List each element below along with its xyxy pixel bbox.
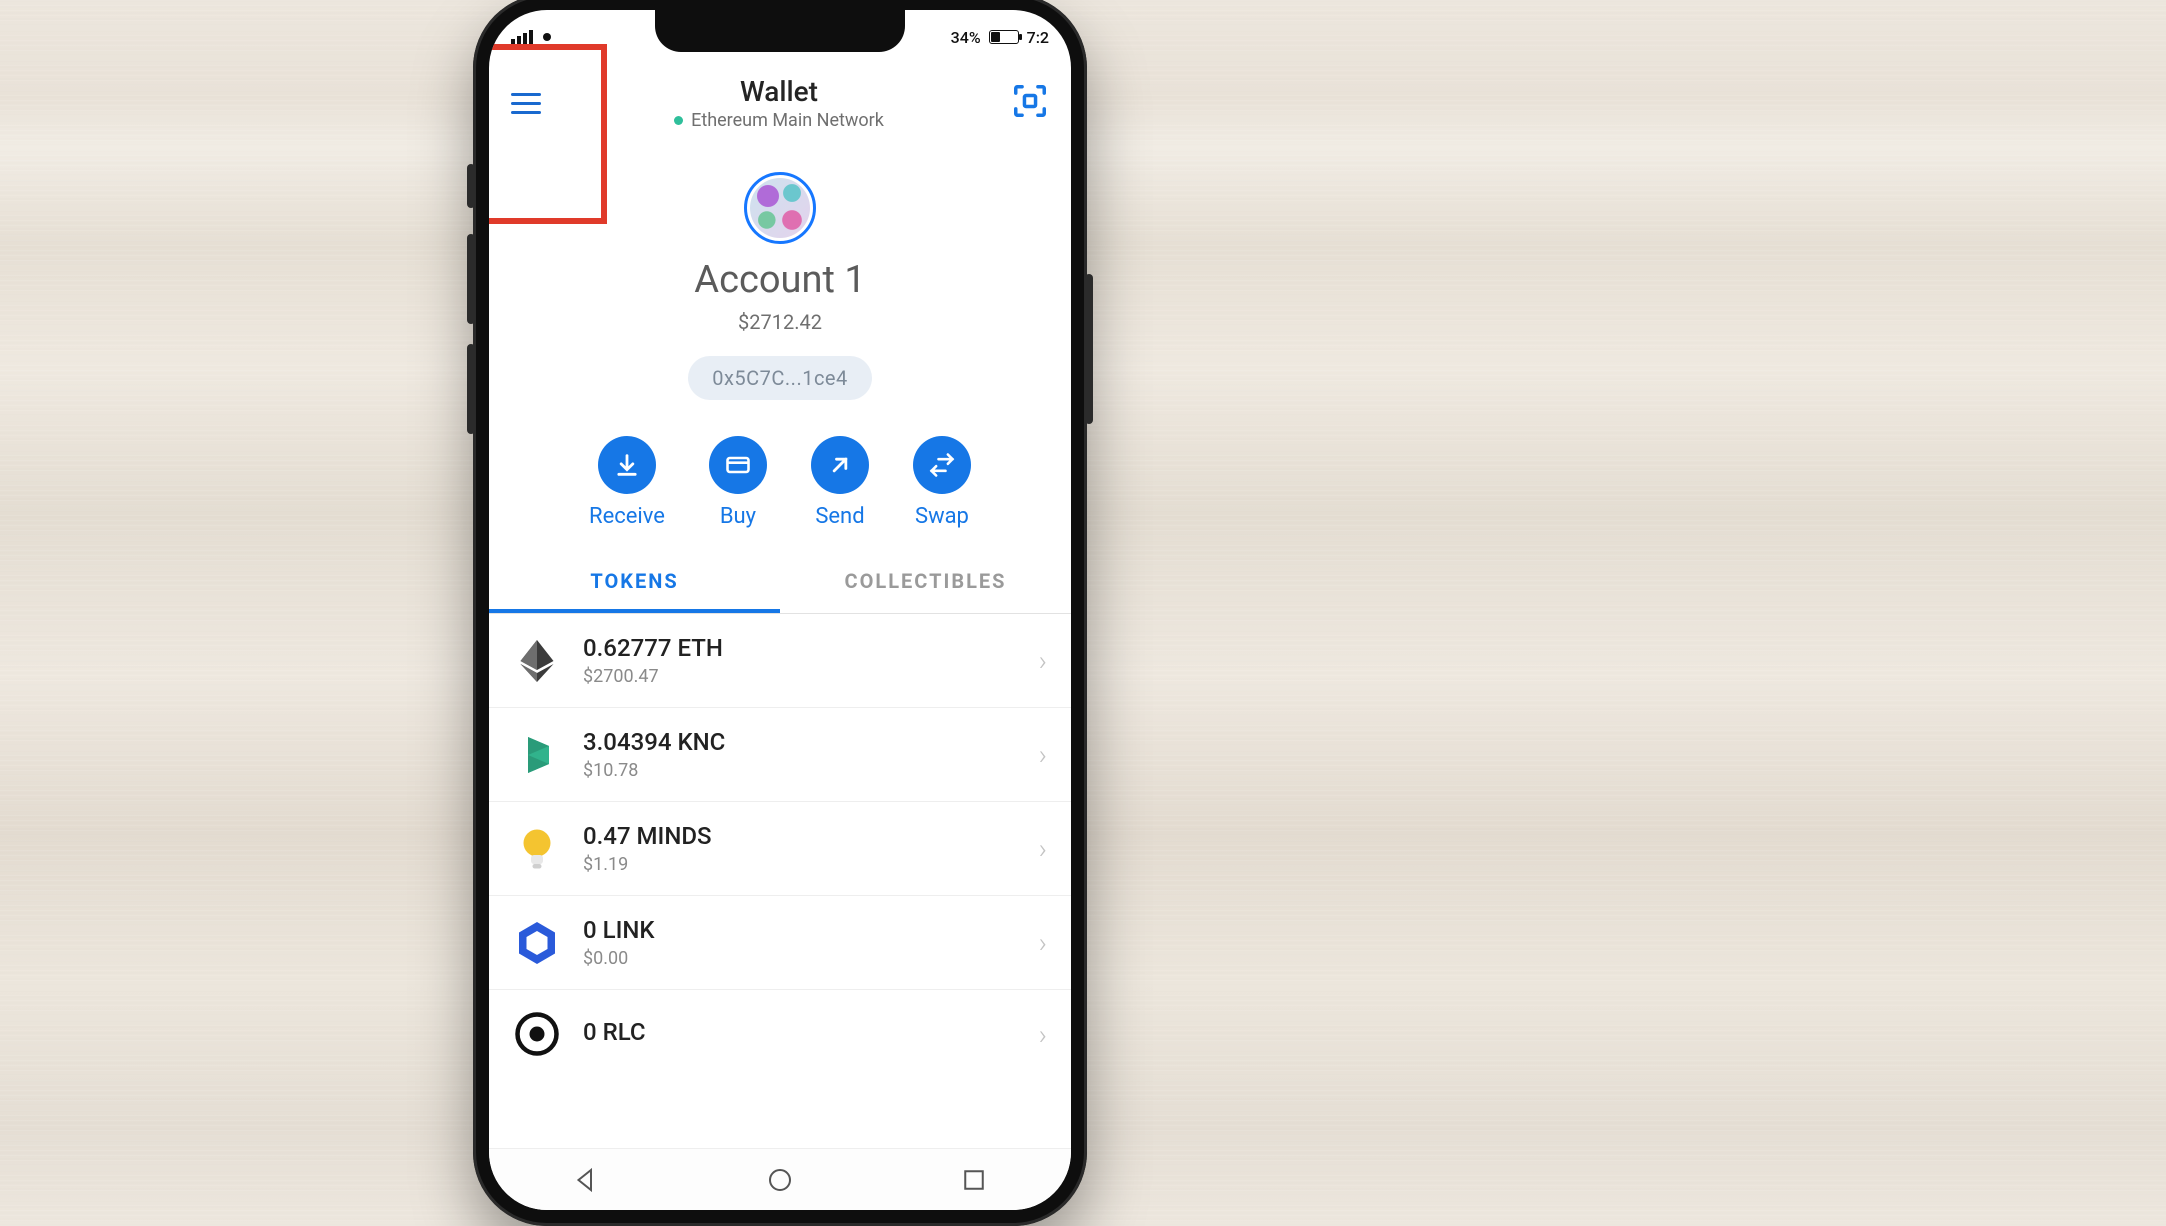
account-name: Account 1 [489, 258, 1071, 302]
token-fiat: $1.19 [583, 854, 1017, 875]
page-title: Wallet [674, 75, 884, 108]
header-title-group: Wallet Ethereum Main Network [674, 75, 884, 131]
tab-collectibles[interactable]: COLLECTIBLES [780, 553, 1071, 613]
network-status-dot-icon [674, 116, 683, 125]
swap-icon [928, 451, 956, 479]
volume-down-button [467, 344, 475, 434]
phone-screen: 34% 7:2 Wallet Ethereum Main Network [489, 10, 1071, 1210]
notch [655, 10, 905, 52]
token-list: 0.62777 ETH $2700.47 › 3.04394 KNC $10.7… [489, 614, 1071, 1078]
swap-button[interactable]: Swap [913, 436, 971, 529]
battery-percent: 34% [951, 28, 981, 47]
arrow-up-right-icon [826, 451, 854, 479]
chevron-right-icon: › [1039, 644, 1047, 677]
account-section: Account 1 $2712.42 0x5C7C...1ce4 [489, 150, 1071, 410]
chevron-right-icon: › [1039, 926, 1047, 959]
app-header: Wallet Ethereum Main Network [489, 56, 1071, 150]
chevron-right-icon: › [1039, 1018, 1047, 1051]
account-address-chip[interactable]: 0x5C7C...1ce4 [688, 356, 872, 400]
phone-frame: 34% 7:2 Wallet Ethereum Main Network [473, 0, 1087, 1226]
action-row: Receive Buy Send Swap [489, 410, 1071, 547]
download-icon [613, 451, 641, 479]
knc-icon [513, 731, 561, 779]
scan-qr-icon[interactable] [1011, 82, 1049, 124]
account-balance: $2712.42 [489, 310, 1071, 334]
token-fiat: $0.00 [583, 948, 1017, 969]
swap-label: Swap [915, 504, 969, 529]
battery-icon [989, 30, 1019, 44]
token-row-link[interactable]: 0 LINK $0.00 › [489, 896, 1071, 990]
send-button[interactable]: Send [811, 436, 869, 529]
nav-home-icon[interactable] [765, 1165, 795, 1195]
token-fiat: $10.78 [583, 760, 1017, 781]
token-amount: 0 LINK [583, 916, 1017, 944]
minds-icon [513, 825, 561, 873]
power-button [1085, 274, 1093, 424]
menu-hamburger-icon[interactable] [511, 85, 547, 121]
link-icon [513, 919, 561, 967]
mute-switch [467, 164, 475, 208]
network-indicator[interactable]: Ethereum Main Network [674, 110, 884, 131]
network-name: Ethereum Main Network [691, 110, 884, 131]
chevron-right-icon: › [1039, 738, 1047, 771]
chevron-right-icon: › [1039, 832, 1047, 865]
status-time: 7:2 [1027, 28, 1049, 47]
receive-label: Receive [589, 504, 665, 529]
recording-indicator-icon [543, 33, 551, 41]
token-row-knc[interactable]: 3.04394 KNC $10.78 › [489, 708, 1071, 802]
token-row-minds[interactable]: 0.47 MINDS $1.19 › [489, 802, 1071, 896]
nav-recents-icon[interactable] [959, 1165, 989, 1195]
tab-tokens[interactable]: TOKENS [489, 553, 780, 613]
nav-back-icon[interactable] [571, 1165, 601, 1195]
token-amount: 0 RLC [583, 1018, 1017, 1046]
buy-button[interactable]: Buy [709, 436, 767, 529]
card-icon [724, 451, 752, 479]
token-amount: 3.04394 KNC [583, 728, 1017, 756]
tabs: TOKENS COLLECTIBLES [489, 553, 1071, 614]
buy-label: Buy [720, 504, 756, 529]
send-label: Send [815, 504, 864, 529]
rlc-icon [513, 1010, 561, 1058]
token-amount: 0.62777 ETH [583, 634, 1017, 662]
soft-nav-bar [489, 1148, 1071, 1210]
token-row-rlc[interactable]: 0 RLC › [489, 990, 1071, 1078]
token-amount: 0.47 MINDS [583, 822, 1017, 850]
account-avatar[interactable] [744, 172, 816, 244]
signal-icon [511, 30, 533, 45]
token-fiat: $2700.47 [583, 666, 1017, 687]
token-row-eth[interactable]: 0.62777 ETH $2700.47 › [489, 614, 1071, 708]
receive-button[interactable]: Receive [589, 436, 665, 529]
volume-up-button [467, 234, 475, 324]
eth-icon [513, 637, 561, 685]
